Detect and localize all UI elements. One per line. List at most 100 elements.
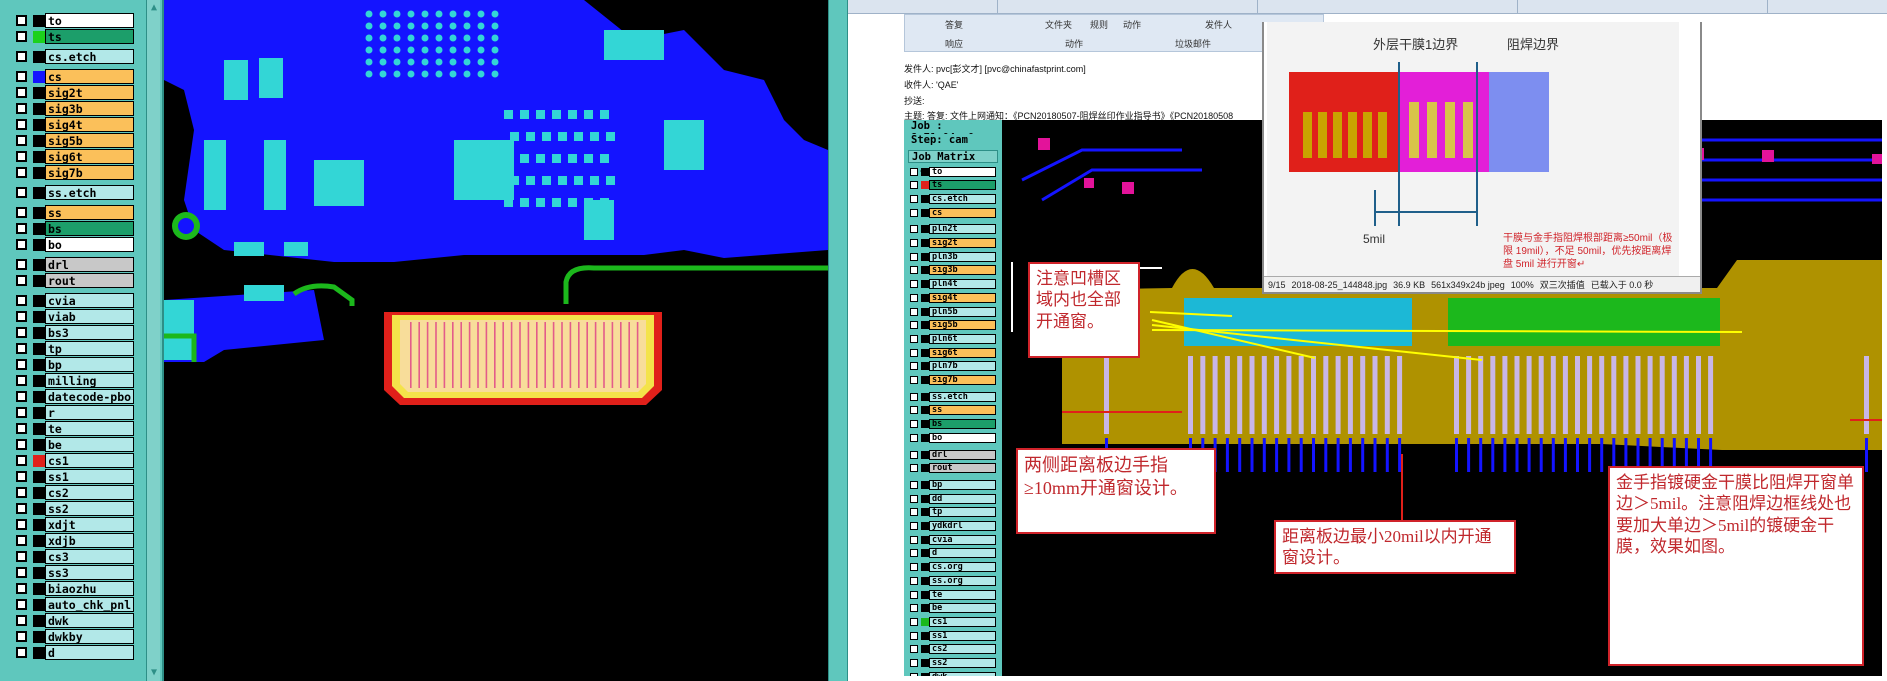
- cam-layer-row-bs[interactable]: bs: [910, 419, 996, 430]
- layer-checkbox[interactable]: [16, 119, 27, 130]
- layer-color-swatch[interactable]: [33, 502, 45, 515]
- cam-layer-checkbox[interactable]: [910, 631, 918, 640]
- layer-color-swatch[interactable]: [33, 566, 45, 579]
- layer-color-swatch[interactable]: [33, 630, 45, 643]
- cam-layer-checkbox[interactable]: [910, 480, 918, 489]
- layer-row-ss2[interactable]: ss2: [6, 501, 134, 516]
- layer-color-swatch[interactable]: [33, 118, 45, 131]
- layer-color-swatch[interactable]: [33, 310, 45, 323]
- layer-color-swatch[interactable]: [33, 102, 45, 115]
- layer-row-cs2[interactable]: cs2: [6, 485, 134, 500]
- layer-row-milling[interactable]: milling: [6, 373, 134, 388]
- cam-layer-checkbox[interactable]: [910, 376, 918, 384]
- cam-layer-checkbox[interactable]: [910, 508, 918, 517]
- cam-layer-row-bo[interactable]: bo: [910, 432, 996, 443]
- cam-layer-row-pln7b[interactable]: pln7b: [910, 361, 996, 372]
- layer-row-r[interactable]: r: [6, 405, 134, 420]
- layer-row-auto_chk_pnl[interactable]: auto_chk_pnl: [6, 597, 134, 612]
- layer-color-swatch[interactable]: [33, 238, 45, 251]
- layer-color-swatch[interactable]: [33, 134, 45, 147]
- cam-layer-checkbox[interactable]: [910, 266, 918, 275]
- cam-layer-row-sig7b[interactable]: sig7b: [910, 375, 996, 386]
- layer-row-dwk[interactable]: dwk: [6, 613, 134, 628]
- layer-checkbox[interactable]: [16, 103, 27, 114]
- layer-checkbox[interactable]: [16, 311, 27, 322]
- layer-row-sig2t[interactable]: sig2t: [6, 85, 134, 100]
- layer-checkbox[interactable]: [16, 15, 27, 26]
- cam-layer-checkbox[interactable]: [910, 522, 918, 530]
- ribbon-actions[interactable]: 动作: [1123, 18, 1141, 31]
- cam-layer-checkbox[interactable]: [910, 672, 918, 676]
- layer-checkbox[interactable]: [16, 551, 27, 562]
- layer-row-cs3[interactable]: cs3: [6, 549, 134, 564]
- layer-color-swatch[interactable]: [33, 518, 45, 531]
- cam-layer-checkbox[interactable]: [910, 535, 918, 544]
- layer-color-swatch[interactable]: [33, 374, 45, 387]
- layer-row-d[interactable]: d: [6, 645, 134, 660]
- layer-row-cs1[interactable]: cs1: [6, 453, 134, 468]
- layer-color-swatch[interactable]: [33, 422, 45, 435]
- cam-layer-checkbox[interactable]: [910, 494, 918, 503]
- cam-layer-checkbox[interactable]: [910, 208, 918, 217]
- cam-layer-row-cs.org[interactable]: cs.org: [910, 562, 996, 573]
- cam-layer-row-ss1[interactable]: ss1: [910, 630, 996, 641]
- cam-layer-row-sig3b[interactable]: sig3b: [910, 265, 996, 276]
- ribbon-reply[interactable]: 答复: [945, 18, 963, 31]
- layer-checkbox[interactable]: [16, 471, 27, 482]
- layer-checkbox[interactable]: [16, 375, 27, 386]
- cam-layer-checkbox[interactable]: [910, 239, 918, 247]
- layer-checkbox[interactable]: [16, 535, 27, 546]
- cam-layer-row-be[interactable]: be: [910, 603, 996, 614]
- layer-row-bp[interactable]: bp: [6, 357, 134, 372]
- layer-row-sig7b[interactable]: sig7b: [6, 165, 134, 180]
- layer-row-be[interactable]: be: [6, 437, 134, 452]
- layer-checkbox[interactable]: [16, 151, 27, 162]
- layer-color-swatch[interactable]: [33, 150, 45, 163]
- layer-checkbox[interactable]: [16, 135, 27, 146]
- layer-checkbox[interactable]: [16, 259, 27, 270]
- cam-layer-checkbox[interactable]: [910, 167, 918, 176]
- layer-checkbox[interactable]: [16, 631, 27, 642]
- layer-row-tp[interactable]: tp: [6, 341, 134, 356]
- cam-layer-checkbox[interactable]: [910, 280, 918, 289]
- layer-color-swatch[interactable]: [33, 70, 45, 83]
- cam-layer-checkbox[interactable]: [910, 617, 918, 626]
- cam-layer-checkbox[interactable]: [910, 307, 918, 316]
- layer-color-swatch[interactable]: [33, 454, 45, 467]
- cam-layer-row-cs[interactable]: cs: [910, 207, 996, 218]
- layer-checkbox[interactable]: [16, 455, 27, 466]
- cam-layer-row-ss.org[interactable]: ss.org: [910, 575, 996, 586]
- cam-layer-checkbox[interactable]: [910, 252, 918, 261]
- layer-row-cvia[interactable]: cvia: [6, 293, 134, 308]
- layer-checkbox[interactable]: [16, 343, 27, 354]
- cam-layer-checkbox[interactable]: [910, 225, 918, 234]
- layer-checkbox[interactable]: [16, 647, 27, 658]
- job-matrix-button[interactable]: Job Matrix ...: [908, 150, 998, 175]
- layer-row-biaozhu[interactable]: biaozhu: [6, 581, 134, 596]
- layer-row-bs3[interactable]: bs3: [6, 325, 134, 340]
- layer-checkbox[interactable]: [16, 51, 27, 62]
- layer-color-swatch[interactable]: [33, 222, 45, 235]
- cam-layer-checkbox[interactable]: [910, 450, 918, 459]
- layer-color-swatch[interactable]: [33, 438, 45, 451]
- layer-color-swatch[interactable]: [33, 258, 45, 271]
- layer-checkbox[interactable]: [16, 31, 27, 42]
- layer-row-ss[interactable]: ss: [6, 205, 134, 220]
- cam-layer-checkbox[interactable]: [910, 576, 918, 585]
- layer-checkbox[interactable]: [16, 275, 27, 286]
- ribbon-folder[interactable]: 文件夹: [1045, 18, 1072, 31]
- layer-checkbox[interactable]: [16, 187, 27, 198]
- cam-layer-row-pln5b[interactable]: pln5b: [910, 306, 996, 317]
- cam-layer-checkbox[interactable]: [910, 392, 918, 401]
- layer-row-sig5b[interactable]: sig5b: [6, 133, 134, 148]
- layer-row-xdjb[interactable]: xdjb: [6, 533, 134, 548]
- cam-layer-row-pln4t[interactable]: pln4t: [910, 279, 996, 290]
- layer-color-swatch[interactable]: [33, 14, 45, 27]
- layer-row-dwkby[interactable]: dwkby: [6, 629, 134, 644]
- layer-color-swatch[interactable]: [33, 206, 45, 219]
- image-viewer-window[interactable]: 外层干膜1边界 阻焊边界 5mil 干膜与金手指阻焊根部距离≥50mil（极限 …: [1262, 22, 1702, 294]
- cam-layer-row-d[interactable]: d: [910, 548, 996, 559]
- layer-row-rout[interactable]: rout: [6, 273, 134, 288]
- cam-layer-checkbox[interactable]: [910, 420, 918, 429]
- cam-layer-row-sig2t[interactable]: sig2t: [910, 238, 996, 249]
